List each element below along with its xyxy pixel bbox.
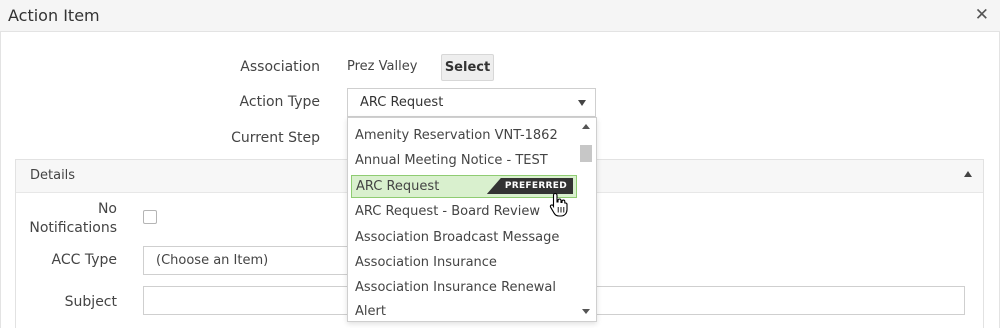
- current-step-label: Current Step: [231, 130, 320, 146]
- dropdown-option[interactable]: Association Broadcast Message: [348, 226, 578, 249]
- modal-header: Action Item ✕: [0, 0, 1000, 32]
- close-icon[interactable]: ✕: [975, 6, 989, 24]
- dropdown-option[interactable]: Amenity Reservation VNT-1862: [348, 124, 578, 147]
- select-association-button[interactable]: Select: [441, 54, 494, 81]
- scroll-up-arrow-icon[interactable]: [582, 124, 590, 129]
- dropdown-option-label: ARC Request: [356, 179, 440, 194]
- acc-type-select[interactable]: (Choose an Item): [143, 246, 349, 275]
- hand-pointer-cursor-icon: [549, 192, 568, 217]
- modal-title: Action Item: [8, 6, 100, 25]
- subject-label: Subject: [64, 294, 117, 310]
- chevron-down-icon[interactable]: [578, 100, 586, 106]
- acc-type-value: (Choose an Item): [156, 253, 269, 268]
- dropdown-option[interactable]: Association Insurance: [348, 251, 578, 274]
- action-type-value: ARC Request: [360, 95, 444, 110]
- association-value: Prez Valley: [347, 59, 418, 74]
- subject-input[interactable]: [596, 286, 965, 315]
- action-type-label: Action Type: [239, 94, 320, 110]
- no-notifications-checkbox[interactable]: [143, 210, 157, 224]
- dropdown-option[interactable]: Association Insurance Renewal: [348, 276, 578, 299]
- association-label: Association: [240, 59, 320, 75]
- acc-type-label: ACC Type: [51, 252, 118, 268]
- dropdown-option-highlighted[interactable]: ARC Request PREFERRED: [351, 175, 577, 198]
- action-type-select[interactable]: ARC Request: [347, 88, 596, 117]
- subject-input-left[interactable]: [143, 286, 349, 315]
- action-type-dropdown[interactable]: Amenity Reservation VNT-1862 Annual Meet…: [347, 117, 597, 322]
- dropdown-option[interactable]: Annual Meeting Notice - TEST: [348, 149, 578, 172]
- modal-border-left: [0, 31, 1, 328]
- no-notifications-label-line1: No: [97, 201, 117, 217]
- dropdown-scrollbar[interactable]: [577, 118, 596, 321]
- no-notifications-label-line2: Notifications: [29, 220, 117, 236]
- scrollbar-thumb[interactable]: [580, 145, 592, 162]
- scroll-down-arrow-icon[interactable]: [582, 309, 590, 314]
- details-panel-title: Details: [30, 168, 76, 183]
- chevron-up-icon[interactable]: [964, 171, 972, 177]
- dropdown-option[interactable]: Alert: [348, 300, 578, 321]
- dropdown-option[interactable]: ARC Request - Board Review: [348, 200, 578, 223]
